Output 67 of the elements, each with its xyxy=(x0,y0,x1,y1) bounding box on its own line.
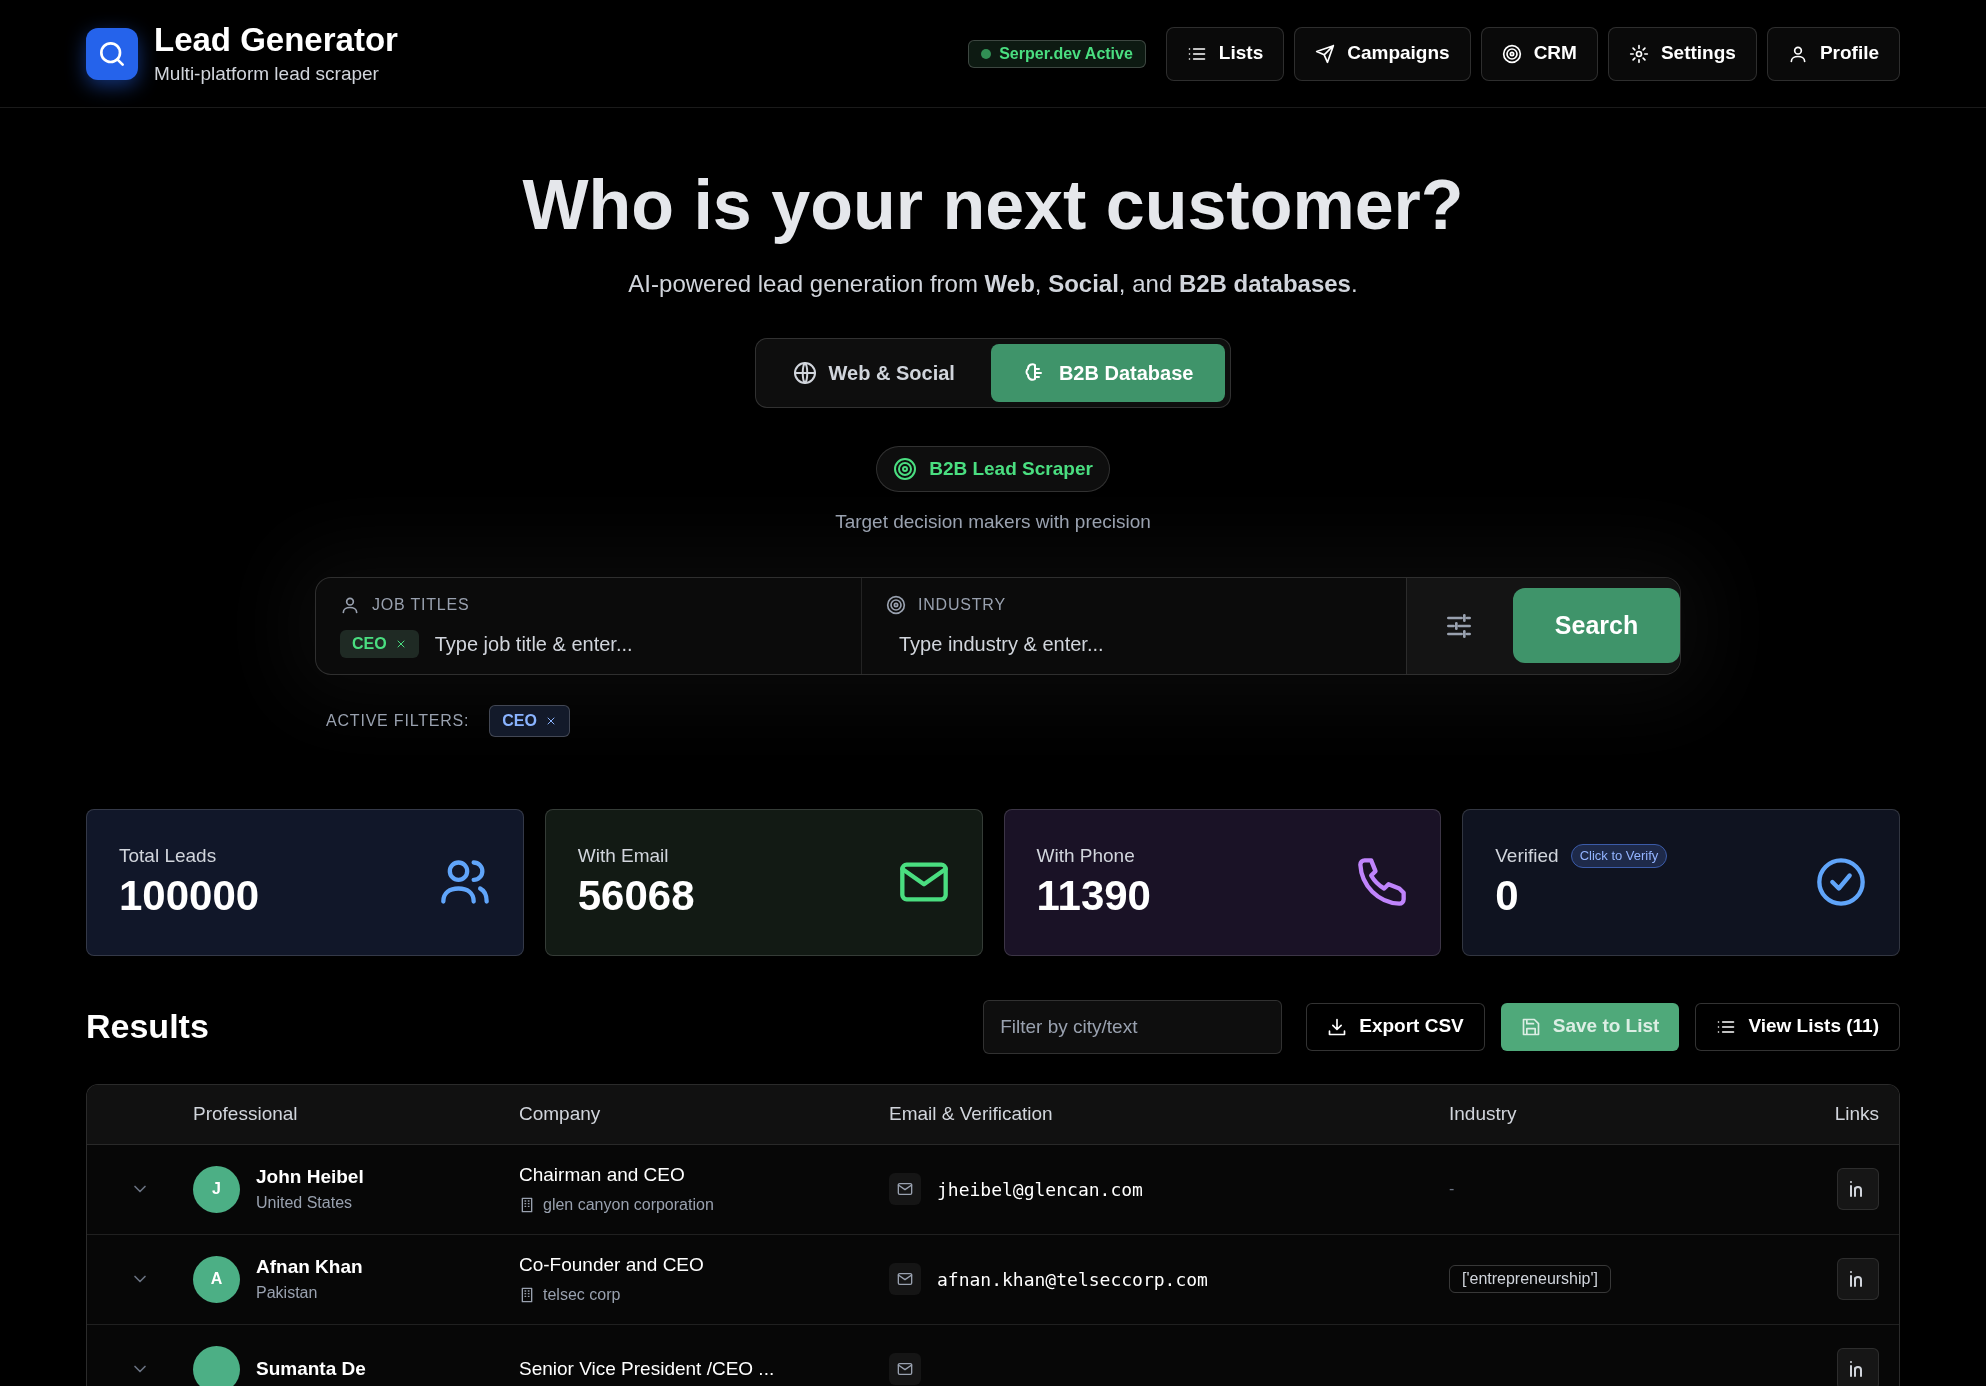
active-filters-label: ACTIVE FILTERS: xyxy=(326,710,470,731)
results-heading: Results xyxy=(86,1006,209,1047)
send-icon xyxy=(1315,43,1336,64)
avatar: A xyxy=(193,1255,240,1303)
lead-location: Pakistan xyxy=(256,1283,319,1304)
toolbar-button[interactable]: View Lists (11) xyxy=(1695,1002,1900,1051)
column-header: Professional xyxy=(193,1102,298,1124)
linkedin-button[interactable] xyxy=(1837,1258,1879,1300)
avatar xyxy=(193,1345,240,1386)
lead-name: John Heibel xyxy=(256,1164,364,1189)
building-icon xyxy=(519,1287,535,1304)
stat-label: Verified xyxy=(1495,843,1559,868)
app-title: Lead Generator xyxy=(154,19,398,60)
toolbar-button[interactable]: Export CSV xyxy=(1306,1002,1485,1051)
stat-label: Total Leads xyxy=(119,843,217,868)
nav-button[interactable]: Lists xyxy=(1165,26,1285,81)
column-header: Email & Verification xyxy=(889,1102,1053,1124)
check-circle-icon xyxy=(1815,856,1867,908)
avatar: J xyxy=(193,1165,240,1213)
stat-label: With Email xyxy=(577,843,669,868)
app-subtitle: Multi-platform lead scraper xyxy=(154,61,380,86)
settings-icon xyxy=(1628,43,1649,64)
email-address: afnan.khan@telseccorp.com xyxy=(937,1267,1208,1292)
mode-tab[interactable]: B2B Database xyxy=(990,344,1226,402)
nav-button[interactable]: Campaigns xyxy=(1294,26,1471,81)
status-label: Serper.dev Active xyxy=(999,43,1133,64)
linkedin-button[interactable] xyxy=(1837,1348,1879,1386)
save-icon xyxy=(1520,1016,1541,1037)
nav-button[interactable]: Settings xyxy=(1607,26,1757,81)
mail-icon xyxy=(897,1181,913,1197)
mail-icon xyxy=(897,1271,913,1287)
scraper-badge-label: B2B Lead Scraper xyxy=(929,456,1093,481)
column-header: Company xyxy=(519,1102,601,1124)
lead-name: Sumanta De xyxy=(256,1356,366,1381)
download-icon xyxy=(1327,1016,1348,1037)
nav-button[interactable]: CRM xyxy=(1480,26,1598,81)
stat-value: 0 xyxy=(1495,871,1520,921)
industry-empty: - xyxy=(1449,1179,1455,1199)
nav-button[interactable]: Profile xyxy=(1766,26,1900,81)
active-filter-chip[interactable]: CEO xyxy=(489,704,570,737)
filter-input[interactable]: Filter by city/text xyxy=(983,999,1283,1054)
stat-label: With Phone xyxy=(1036,843,1135,868)
industry-tag: ['entrepreneurship'] xyxy=(1449,1265,1611,1293)
mode-tab[interactable]: Web & Social xyxy=(760,344,987,402)
column-header: Industry xyxy=(1449,1102,1517,1124)
email-address: jheibel@glencan.com xyxy=(937,1177,1143,1202)
verify-button[interactable]: Click to Verify xyxy=(1570,843,1668,868)
lead-location: United States xyxy=(256,1193,354,1214)
column-header: Links xyxy=(1834,1102,1879,1124)
linkedin-button[interactable] xyxy=(1837,1168,1879,1210)
phone-icon xyxy=(1356,856,1409,908)
stat-value: 100000 xyxy=(119,871,260,921)
job-title: Chairman and CEO xyxy=(519,1162,686,1187)
stat-value: 56068 xyxy=(577,871,695,921)
building-icon xyxy=(519,1197,535,1214)
globe-icon xyxy=(792,361,817,385)
target-icon xyxy=(893,457,918,481)
tagline: Target decision makers with precision xyxy=(835,510,1151,534)
target-icon xyxy=(1501,43,1522,64)
job-title: Senior Vice President /CEO ... xyxy=(519,1356,776,1381)
company-name: telsec corp xyxy=(543,1285,621,1306)
mail-icon xyxy=(897,1361,913,1377)
company-name: glen canyon corporation xyxy=(543,1195,714,1216)
hero-subheading: AI-powered lead generation from Web, Social, and B2B databases. xyxy=(628,269,1358,299)
lead-name: Afnan Khan xyxy=(256,1254,363,1279)
stat-value: 11390 xyxy=(1036,871,1151,921)
job-title: Co-Founder and CEO xyxy=(519,1252,705,1277)
